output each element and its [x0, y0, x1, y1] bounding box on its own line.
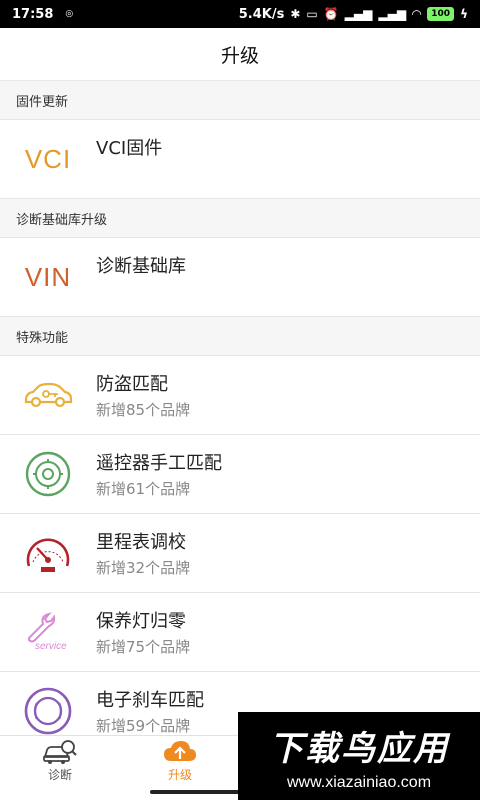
list-item-remote-match[interactable]: 遥控器手工匹配 新增61个品牌: [0, 435, 480, 514]
electronic-brake-title: 电子刹车匹配: [96, 690, 204, 711]
car-key-icon: [0, 356, 96, 435]
vin-icon: VIN: [0, 238, 96, 317]
section-header-firmware: 固件更新: [0, 81, 480, 120]
watermark-overlay: 下载鸟应用 www.xiazainiao.com: [238, 712, 480, 800]
list-item-service-reset[interactable]: service 保养灯归零 新增75个品牌: [0, 593, 480, 672]
signal-icon: ▂▄▆: [344, 7, 373, 21]
wrench-service-icon: service: [0, 593, 96, 672]
app-bar: 升级: [0, 28, 480, 81]
service-reset-title: 保养灯归零: [96, 611, 186, 632]
immobilizer-title: 防盗匹配: [96, 374, 168, 395]
vibrate-icon: ▭: [306, 7, 318, 21]
service-reset-subtitle: 新增75个品牌: [96, 638, 191, 656]
nav-label-upgrade: 升级: [167, 768, 192, 782]
odometer-subtitle: 新增32个品牌: [96, 559, 191, 577]
remote-match-title: 遥控器手工匹配: [96, 453, 222, 474]
nav-tab-upgrade[interactable]: 升级: [120, 736, 240, 786]
status-time: 17:58: [12, 6, 54, 22]
vci-icon: VCI: [0, 120, 96, 199]
brake-disc-icon: [0, 672, 96, 736]
watermark-url: www.xiazainiao.com: [286, 773, 432, 791]
section-header-special: 特殊功能: [0, 317, 480, 356]
electronic-brake-subtitle: 新增59个品牌: [96, 717, 191, 735]
page-title: 升级: [220, 44, 259, 67]
immobilizer-subtitle: 新增85个品牌: [96, 401, 191, 419]
network-speed: 5.4K/s: [238, 6, 285, 22]
status-bar: 17:58 ◎ 5.4K/s ✱ ▭ ⏰ ▂▄▆ ▂▄▆ ◠ 100 ϟ: [0, 0, 480, 28]
list-item-immobilizer[interactable]: 防盗匹配 新增85个品牌: [0, 356, 480, 435]
vci-firmware-title: VCI固件: [96, 138, 163, 159]
nav-label-diagnose: 诊断: [47, 768, 72, 782]
watermark-logo-text: 下载鸟应用: [269, 728, 449, 769]
charging-icon: ϟ: [460, 7, 468, 21]
list-item-diagnostic-database[interactable]: VIN 诊断基础库: [0, 238, 480, 317]
car-search-icon: [43, 740, 77, 764]
cloud-upload-icon: [164, 741, 196, 761]
notification-icon: ◎: [65, 9, 74, 19]
upgrade-list[interactable]: 固件更新 VCI VCI固件 诊断基础库升级 VIN 诊断基础库 特殊功能 防盗…: [0, 81, 480, 735]
vci-logo-text: VCI: [24, 143, 72, 174]
vin-logo-text: VIN: [24, 261, 72, 292]
alarm-icon: ⏰: [323, 7, 339, 21]
diagnostic-database-title: 诊断基础库: [96, 256, 186, 277]
list-item-vci-firmware[interactable]: VCI VCI固件: [0, 120, 480, 199]
odometer-title: 里程表调校: [96, 532, 186, 553]
nav-tab-diagnose[interactable]: 诊断: [0, 736, 120, 786]
remote-control-icon: [0, 435, 96, 514]
list-item-odometer[interactable]: 里程表调校 新增32个品牌: [0, 514, 480, 593]
bluetooth-icon: ✱: [290, 7, 301, 21]
wifi-icon: ◠: [412, 7, 422, 21]
service-icon-text: service: [35, 641, 67, 652]
remote-match-subtitle: 新增61个品牌: [96, 480, 191, 498]
speedometer-icon: [0, 514, 96, 593]
battery-icon: 100: [427, 7, 455, 21]
section-header-database: 诊断基础库升级: [0, 199, 480, 238]
signal-icon-2: ▂▄▆: [378, 7, 407, 21]
